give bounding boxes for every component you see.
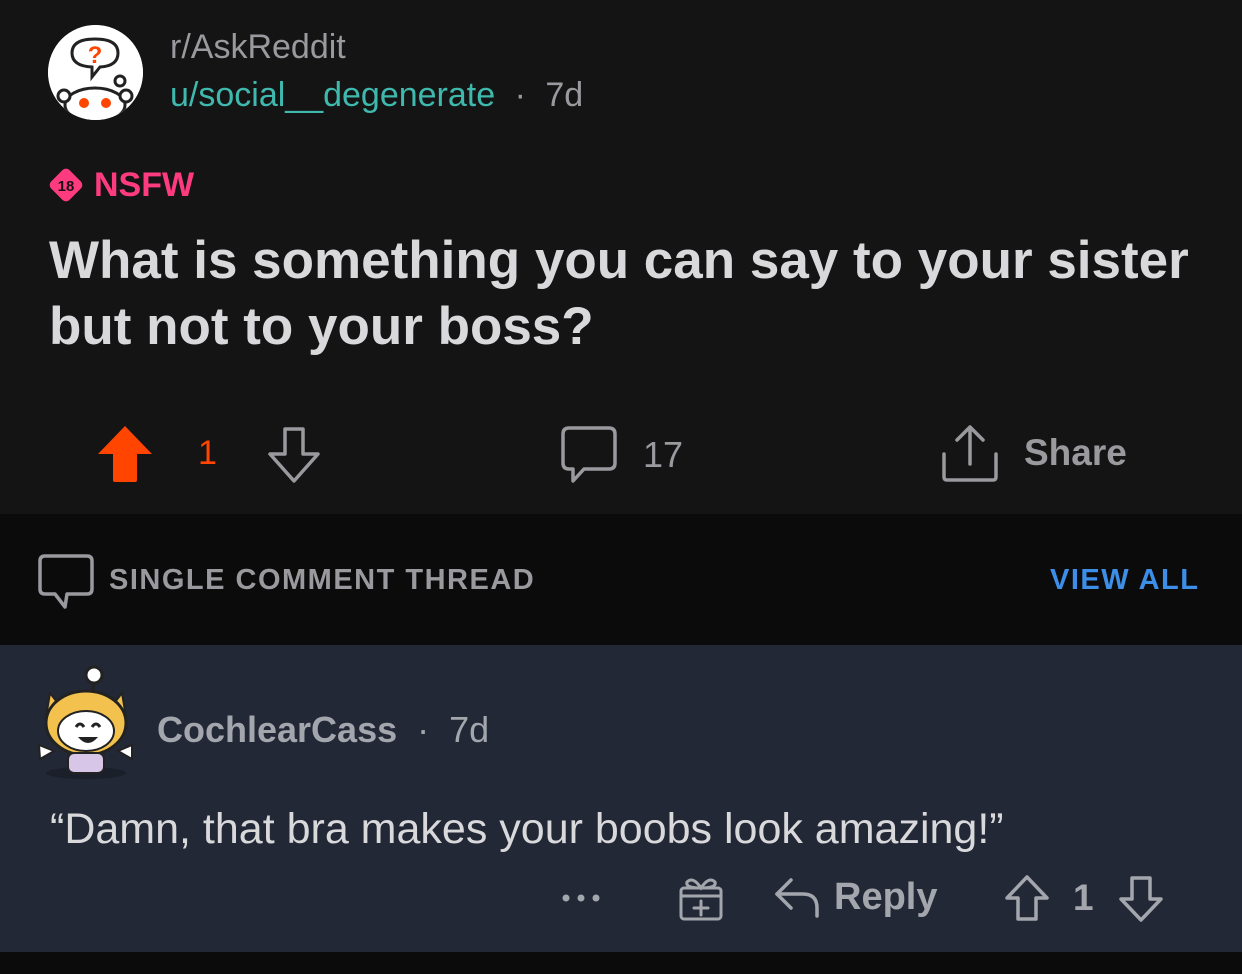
reply-arrow-icon xyxy=(775,878,819,918)
comment-meta: CochlearCass · 7d xyxy=(157,709,489,751)
view-all-button[interactable]: VIEW ALL xyxy=(1050,564,1199,597)
nsfw-label: NSFW xyxy=(94,165,195,204)
post-meta: u/social__degenerate · 7d xyxy=(170,76,583,115)
snoo-avatar-icon xyxy=(37,665,133,779)
post-comments-button[interactable] xyxy=(560,425,618,490)
comment-author-link[interactable]: CochlearCass xyxy=(157,709,397,750)
speech-bubble-icon xyxy=(38,554,94,609)
share-button-icon-wrap[interactable] xyxy=(940,424,1000,489)
post-comment-count: 17 xyxy=(643,434,684,475)
comment-avatar[interactable] xyxy=(36,665,136,785)
post-title[interactable]: What is something you can say to your si… xyxy=(49,228,1199,360)
meta-separator: · xyxy=(514,76,526,114)
comment-upvote-button[interactable] xyxy=(1004,874,1050,927)
single-comment-thread-label: SINGLE COMMENT THREAD xyxy=(109,564,536,596)
nsfw-tag: 18 NSFW xyxy=(48,165,194,205)
comment-more-button[interactable] xyxy=(560,888,602,913)
post-author-link[interactable]: u/social__degenerate xyxy=(170,76,495,114)
post-age: 7d xyxy=(545,76,584,114)
meta-separator: · xyxy=(417,709,430,750)
share-upload-icon xyxy=(942,425,998,482)
post-downvote-button[interactable] xyxy=(266,426,322,489)
thread-icon-wrap xyxy=(37,553,95,616)
nsfw-badge-text: 18 xyxy=(58,178,75,195)
subreddit-name[interactable]: r/AskReddit xyxy=(170,28,346,67)
subreddit-avatar[interactable]: ? xyxy=(48,25,143,120)
comment-award-button[interactable] xyxy=(677,874,725,927)
more-dots-icon xyxy=(562,894,600,902)
comment-downvote-button[interactable] xyxy=(1118,875,1164,928)
post-vote-count: 1 xyxy=(198,434,217,472)
reply-button-icon-wrap[interactable] xyxy=(773,874,821,925)
gift-icon xyxy=(679,878,723,921)
bottom-separator xyxy=(0,952,1242,974)
comment-card xyxy=(0,645,1242,952)
speech-bubble-icon xyxy=(561,426,617,483)
post-upvote-button[interactable] xyxy=(96,424,154,489)
comment-body: “Damn, that bra makes your boobs look am… xyxy=(50,805,1004,853)
reply-button[interactable]: Reply xyxy=(834,876,937,919)
nsfw-badge-icon: 18 xyxy=(49,168,83,202)
share-button[interactable]: Share xyxy=(1024,432,1127,474)
upvote-arrow-icon xyxy=(98,426,152,482)
comment-vote-count: 1 xyxy=(1073,877,1094,918)
downvote-arrow-icon xyxy=(1119,876,1163,922)
downvote-arrow-icon xyxy=(268,427,320,483)
comment-age: 7d xyxy=(449,709,490,750)
askreddit-logo-icon: ? xyxy=(48,25,143,120)
upvote-arrow-icon xyxy=(1005,875,1049,921)
svg-text:?: ? xyxy=(88,42,103,69)
